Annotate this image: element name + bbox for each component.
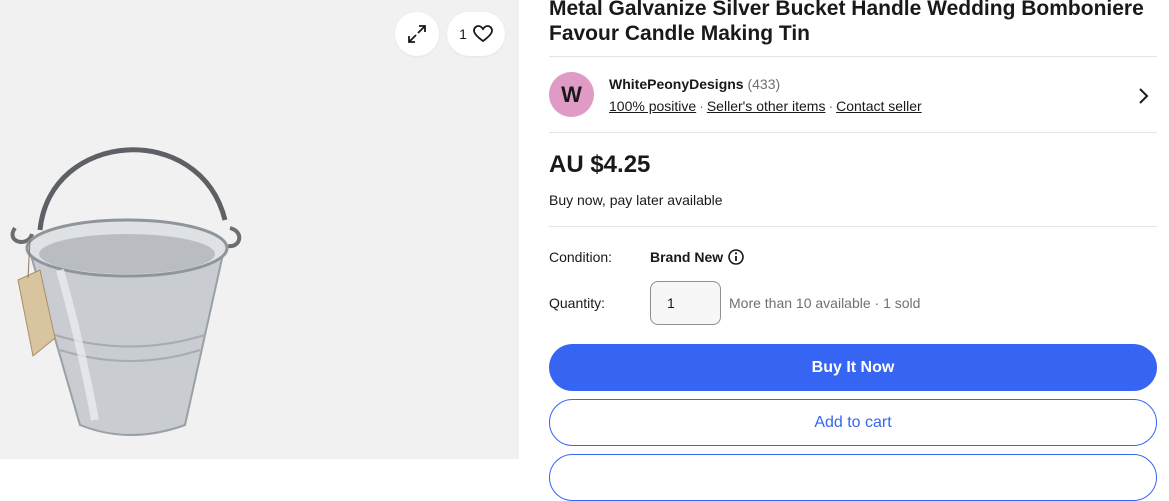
condition-label: Condition: bbox=[549, 249, 613, 265]
sellers-other-items-link[interactable]: Seller's other items bbox=[707, 98, 826, 114]
condition-value: Brand New bbox=[650, 249, 724, 265]
pay-later-text: Buy now, pay later available bbox=[549, 192, 723, 208]
add-to-cart-button[interactable]: Add to cart bbox=[549, 399, 1157, 446]
info-icon[interactable] bbox=[727, 248, 745, 266]
product-image[interactable] bbox=[0, 120, 300, 450]
seller-name-line: WhitePeonyDesigns (433) bbox=[609, 76, 780, 92]
seller-name[interactable]: WhitePeonyDesigns bbox=[609, 76, 744, 92]
image-gallery: 1 bbox=[0, 0, 519, 459]
add-to-watchlist-button[interactable] bbox=[549, 454, 1157, 501]
watch-count: 1 bbox=[459, 26, 467, 42]
buy-it-now-button[interactable]: Buy It Now bbox=[549, 344, 1157, 391]
product-title: Metal Galvanize Silver Bucket Handle Wed… bbox=[549, 0, 1144, 45]
seller-avatar: W bbox=[549, 72, 594, 117]
divider bbox=[549, 226, 1157, 227]
positive-feedback-link[interactable]: 100% positive bbox=[609, 98, 696, 114]
quantity-label: Quantity: bbox=[549, 295, 606, 311]
seller-feedback-count: (433) bbox=[747, 76, 781, 92]
watch-button[interactable]: 1 bbox=[447, 12, 505, 56]
seller-links: 100% positive · Seller's other items · Conta… bbox=[609, 98, 922, 114]
heart-icon bbox=[472, 25, 493, 43]
divider bbox=[549, 56, 1157, 57]
seller-card[interactable]: W WhitePeonyDesigns (433) 100% positive ·… bbox=[549, 71, 1157, 121]
expand-icon bbox=[408, 25, 426, 43]
price: AU $4.25 bbox=[549, 151, 651, 178]
divider bbox=[549, 132, 1157, 133]
expand-button[interactable] bbox=[395, 12, 439, 56]
contact-seller-link[interactable]: Contact seller bbox=[836, 98, 922, 114]
quantity-input[interactable] bbox=[650, 281, 721, 325]
chevron-right-icon[interactable] bbox=[1137, 87, 1149, 105]
availability-text: More than 10 available · 1 sold bbox=[729, 295, 921, 311]
